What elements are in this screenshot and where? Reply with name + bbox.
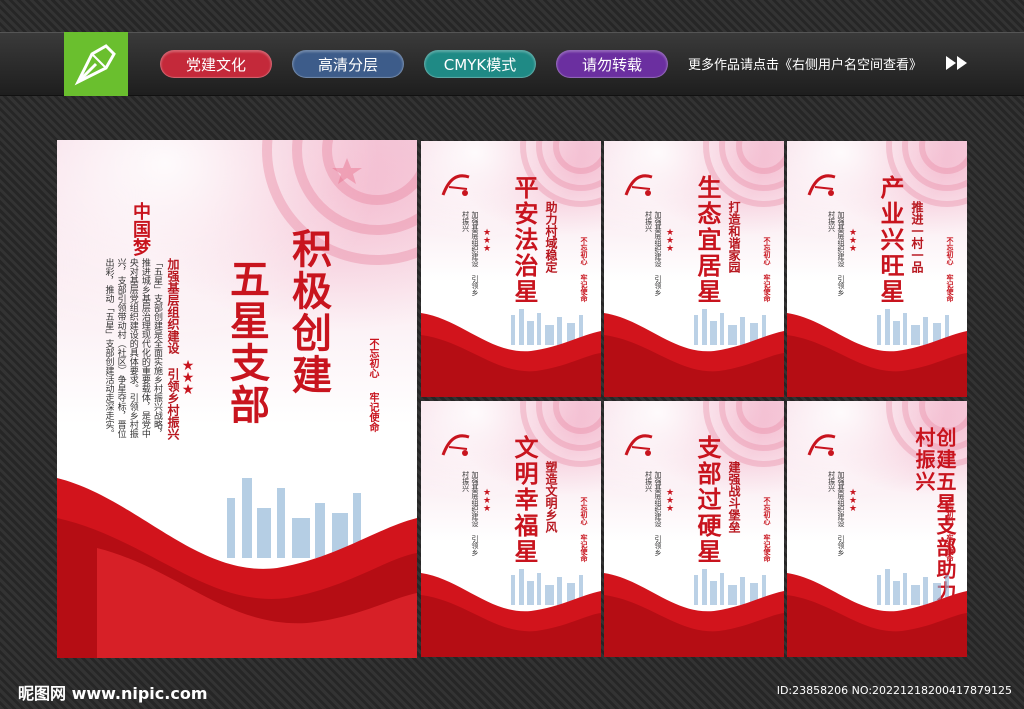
image-id: ID:23858206 NO:20221218200417879125: [776, 684, 1012, 697]
stars-divider: ★ ★ ★: [666, 228, 675, 254]
china-dream-logo-icon: [624, 434, 653, 456]
tag-no-repost[interactable]: 请勿转载: [556, 50, 668, 78]
double-arrow-icon[interactable]: [944, 54, 970, 76]
china-dream-logo-icon: [624, 174, 653, 196]
small-poster: 支部过硬星 建强战斗堡垒 ★ ★ ★ 加强基层组织建设 引领乡村振兴 不忘初心 牢记…: [604, 401, 784, 657]
red-flag-wave: [421, 309, 601, 397]
poster-body-text: 加强基层组织建设 引领乡村振兴: [461, 471, 479, 556]
china-dream-logo-icon: [441, 434, 470, 456]
red-flag-wave: [421, 569, 601, 657]
poster-body-text: 加强基层组织建设 引领乡村振兴: [644, 211, 662, 296]
poster-stamp: 不忘初心 牢记使命: [763, 497, 772, 562]
main-subtitle: 加强基层组织建设 引领乡村振兴: [166, 258, 180, 440]
poster-subtitle: 建强战斗堡垒: [727, 461, 741, 533]
poster-stamp: 不忘初心 牢记使命: [946, 497, 955, 562]
main-body-text: 「五星」支部创建是全面实施乡村振兴战略，推进城乡基层治理现代化的重要载体，是党中…: [103, 258, 162, 438]
pen-nib-icon: [74, 44, 116, 86]
small-poster: 产业兴旺星 推进一村一品 ★ ★ ★ 加强基层组织建设 引领乡村振兴 不忘初心 牢记…: [787, 141, 967, 397]
china-dream-logo-icon: [807, 174, 836, 196]
poster-stamp: 不忘初心 牢记使命: [946, 237, 955, 302]
poster-subtitle: 打造和谐家园: [727, 201, 741, 273]
poster-body-text: 加强基层组织建设 引领乡村振兴: [644, 471, 662, 556]
red-flag-wave: [787, 569, 967, 657]
site-logo[interactable]: [64, 32, 128, 96]
stars-divider: ★ ★ ★: [483, 488, 492, 514]
tag-cmyk[interactable]: CMYK模式: [424, 50, 536, 78]
main-poster: 中国梦 积极创建 五星支部 加强基层组织建设 引领乡村振兴 ★ ★ ★ 「五星」支部…: [57, 140, 417, 658]
stars-divider: ★ ★ ★: [483, 228, 492, 254]
main-title-line2: 五星支部: [223, 258, 270, 426]
poster-title: 生态宜居星: [693, 175, 722, 305]
poster-subtitle: 塑造文明乡风: [544, 461, 558, 533]
poster-stamp: 不忘初心 牢记使命: [580, 497, 589, 562]
main-title-line1: 积极创建: [285, 228, 332, 396]
poster-stamp: 不忘初心 牢记使命: [580, 237, 589, 302]
poster-body-text: 加强基层组织建设 引领乡村振兴: [827, 471, 845, 556]
china-dream-logo: 中国梦: [130, 202, 151, 256]
more-works-link[interactable]: 更多作品请点击《右侧用户名空间查看》: [688, 54, 922, 73]
red-flag-wave: [604, 309, 784, 397]
poster-stamp: 不忘初心 牢记使命: [763, 237, 772, 302]
poster-title: 支部过硬星: [693, 435, 722, 565]
poster-body-text: 加强基层组织建设 引领乡村振兴: [827, 211, 845, 296]
stars-divider: ★ ★ ★: [181, 358, 195, 398]
stars-divider: ★ ★ ★: [849, 488, 858, 514]
small-poster: 生态宜居星 打造和谐家园 ★ ★ ★ 加强基层组织建设 引领乡村振兴 不忘初心 牢记…: [604, 141, 784, 397]
red-flag-wave: [787, 309, 967, 397]
small-poster: 文明幸福星 塑造文明乡风 ★ ★ ★ 加强基层组织建设 引领乡村振兴 不忘初心 牢记…: [421, 401, 601, 657]
poster-subtitle: 助力村域稳定: [544, 201, 558, 273]
site-watermark: 昵图网 www.nipic.com: [18, 684, 208, 703]
poster-title: 产业兴旺星: [876, 175, 905, 305]
small-poster: 平安法治星 助力村域稳定 ★ ★ ★ 加强基层组织建设 引领乡村振兴 不忘初心 牢记…: [421, 141, 601, 397]
red-flag-wave: [57, 478, 417, 658]
poster-subtitle: 推进一村一品: [910, 201, 924, 273]
stamp-1: 不忘初心: [367, 338, 378, 378]
tag-hd-layers[interactable]: 高清分层: [292, 50, 404, 78]
china-dream-logo-icon: [441, 174, 470, 196]
china-dream-logo-icon: [807, 434, 836, 456]
stamp-2: 牢记使命: [367, 392, 378, 432]
red-flag-wave: [604, 569, 784, 657]
poster-title: 文明幸福星: [510, 435, 539, 565]
tag-party-culture[interactable]: 党建文化: [160, 50, 272, 78]
stars-divider: ★ ★ ★: [849, 228, 858, 254]
small-poster: 创建五星支部助力乡村振兴 ★ ★ ★ 加强基层组织建设 引领乡村振兴 不忘初心 牢记…: [787, 401, 967, 657]
stars-divider: ★ ★ ★: [666, 488, 675, 514]
poster-body-text: 加强基层组织建设 引领乡村振兴: [461, 211, 479, 296]
poster-title: 平安法治星: [510, 175, 539, 305]
